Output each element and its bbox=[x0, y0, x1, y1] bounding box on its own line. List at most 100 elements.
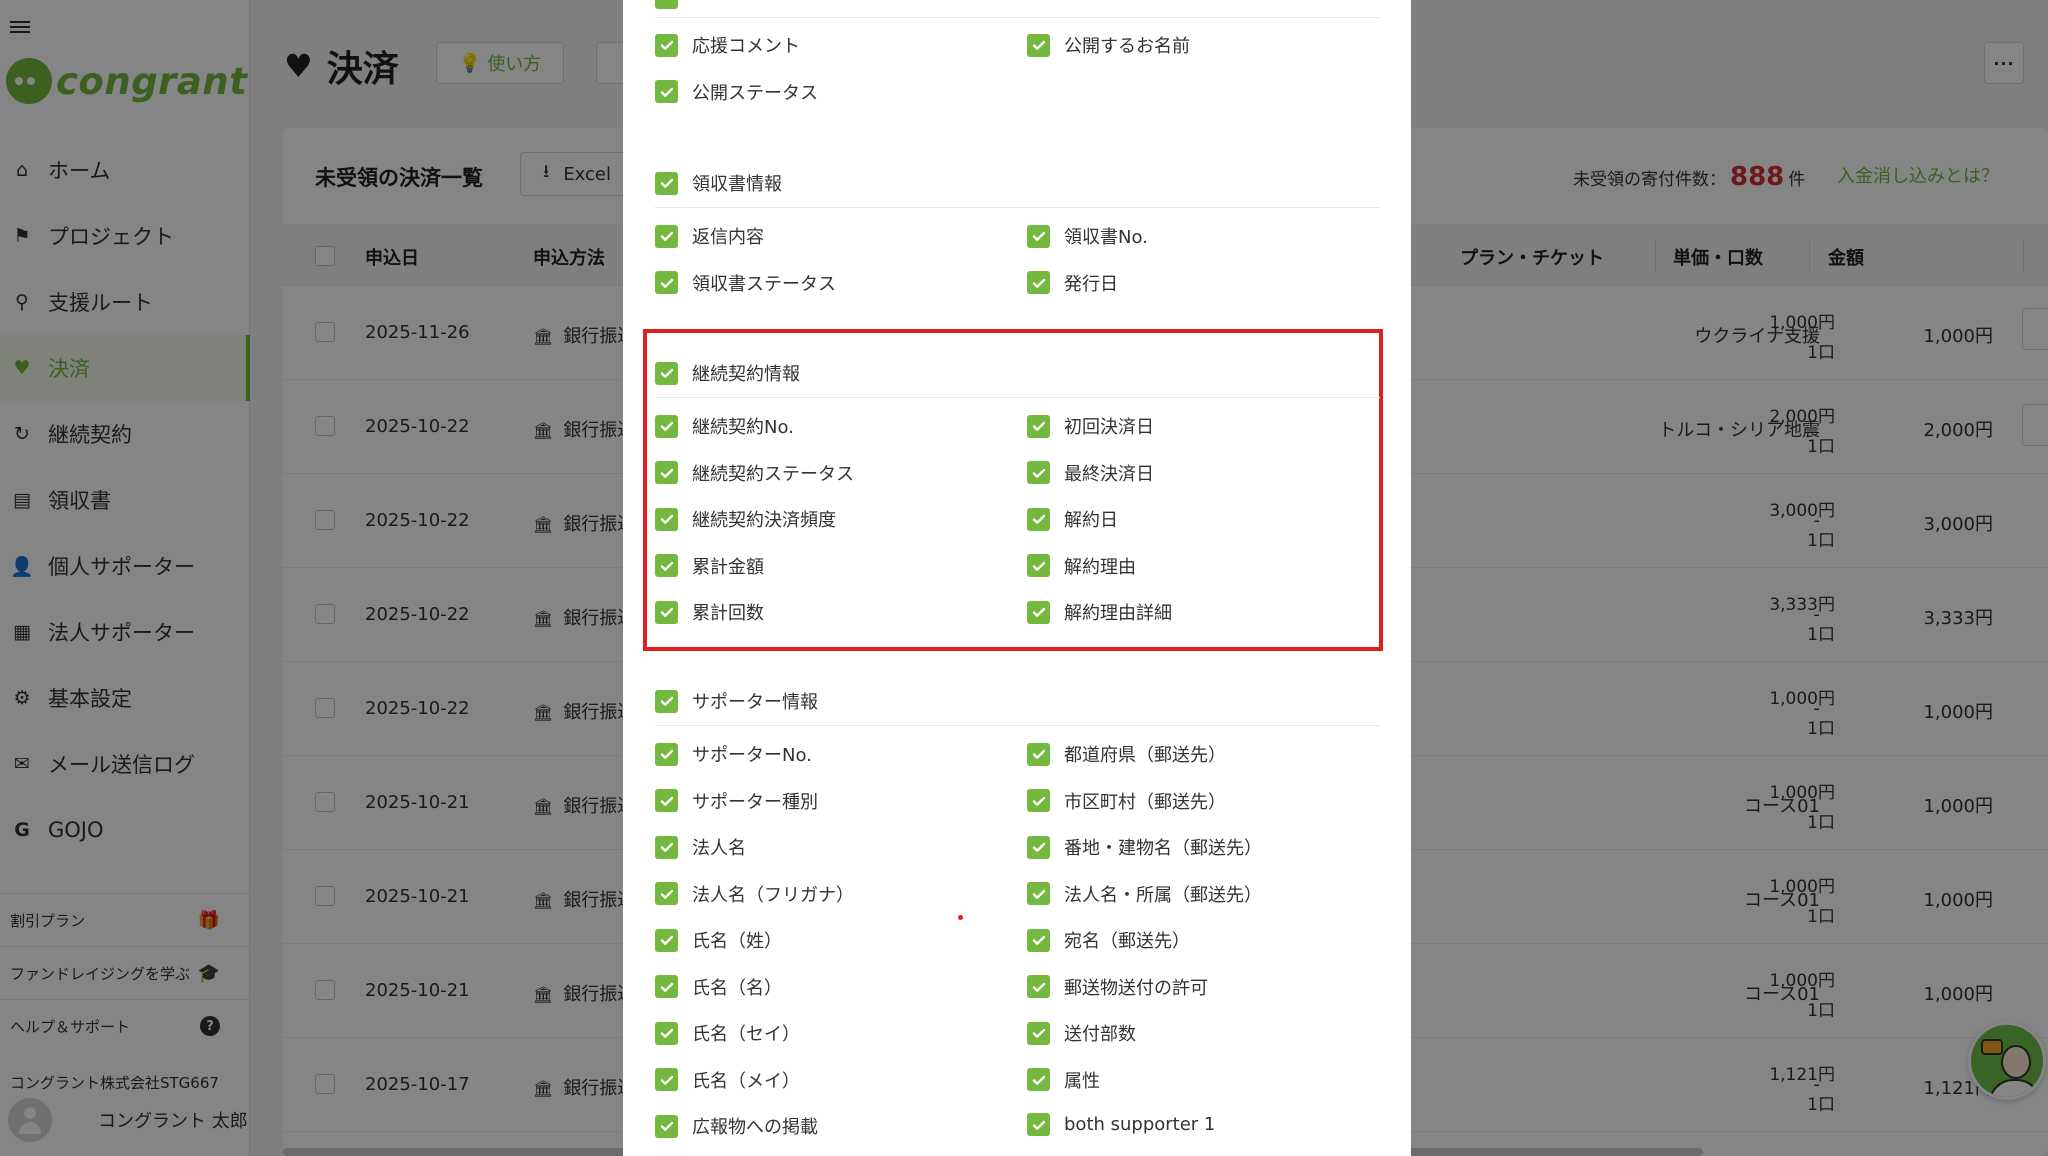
checkbox-checked[interactable] bbox=[655, 80, 678, 103]
checkmark-icon bbox=[660, 514, 673, 524]
column-option[interactable]: 累計回数 bbox=[655, 599, 764, 625]
section-toggle[interactable]: 領収書情報 bbox=[655, 170, 782, 196]
column-option[interactable]: 郵送物送付の許可 bbox=[1027, 974, 1208, 1000]
option-label: サポーター情報 bbox=[692, 692, 818, 713]
checkbox-checked[interactable] bbox=[1027, 882, 1050, 905]
column-option[interactable]: 継続契約No. bbox=[655, 413, 794, 439]
option-label: 累計金額 bbox=[692, 556, 764, 578]
checkbox-checked[interactable] bbox=[655, 507, 678, 531]
section-divider bbox=[655, 725, 1380, 726]
checkbox-checked[interactable] bbox=[655, 461, 678, 484]
checkbox-checked[interactable] bbox=[1027, 1113, 1050, 1136]
checkbox-checked[interactable] bbox=[655, 975, 678, 998]
column-option[interactable]: サポーター種別 bbox=[655, 788, 818, 814]
column-option[interactable]: 累計金額 bbox=[655, 553, 764, 579]
option-label: 公開するお名前 bbox=[1064, 36, 1190, 57]
column-option[interactable]: 解約理由 bbox=[1027, 553, 1136, 579]
checkbox-checked[interactable] bbox=[1027, 1021, 1050, 1045]
column-option[interactable]: 氏名（メイ） bbox=[655, 1067, 800, 1093]
column-option[interactable]: 広報物への掲載 bbox=[655, 1113, 818, 1139]
column-option[interactable]: 領収書ステータス bbox=[655, 270, 836, 296]
checkbox-checked[interactable] bbox=[1027, 835, 1050, 859]
column-option[interactable]: 氏名（姓） bbox=[655, 927, 782, 953]
column-option[interactable]: 公開するお名前 bbox=[1027, 32, 1190, 58]
checkbox-checked[interactable] bbox=[655, 1114, 678, 1138]
checkbox-checked[interactable] bbox=[655, 33, 678, 57]
checkbox-checked[interactable] bbox=[655, 689, 678, 713]
checkbox-checked[interactable] bbox=[1027, 507, 1050, 531]
checkbox-checked[interactable] bbox=[655, 928, 678, 952]
checkbox-checked[interactable] bbox=[1027, 789, 1050, 812]
checkbox-checked[interactable] bbox=[655, 1021, 678, 1045]
checkbox-checked[interactable] bbox=[1027, 224, 1050, 248]
checkbox-checked[interactable] bbox=[1027, 461, 1050, 484]
column-option[interactable]: 領収書No. bbox=[1027, 223, 1148, 249]
option-label: 解約理由 bbox=[1064, 556, 1136, 578]
column-option[interactable]: 市区町村（郵送先） bbox=[1027, 788, 1226, 814]
column-option[interactable]: 最終決済日 bbox=[1027, 460, 1154, 486]
checkbox-checked[interactable] bbox=[655, 600, 678, 624]
column-option[interactable]: 送付部数 bbox=[1027, 1020, 1136, 1046]
column-option[interactable]: both supporter 1 bbox=[1027, 1113, 1215, 1136]
checkmark-icon bbox=[660, 231, 673, 241]
option-label: 累計回数 bbox=[692, 603, 764, 624]
checkbox-checked[interactable] bbox=[1027, 928, 1050, 952]
checkbox-checked[interactable] bbox=[1027, 271, 1050, 294]
checkbox-checked[interactable] bbox=[655, 882, 678, 905]
checkmark-icon bbox=[660, 421, 673, 431]
column-option[interactable]: 初回決済日 bbox=[1027, 413, 1154, 439]
column-option[interactable]: サポーターNo. bbox=[655, 741, 812, 767]
checkbox-checked[interactable] bbox=[655, 1068, 678, 1091]
checkmark-icon bbox=[660, 178, 673, 188]
checkmark-icon bbox=[1032, 1120, 1045, 1130]
column-option[interactable]: 法人名（フリガナ） bbox=[655, 881, 854, 907]
column-option[interactable]: 公開ステータス bbox=[655, 79, 818, 105]
column-option[interactable]: 返信内容 bbox=[655, 223, 764, 249]
checkbox-checked[interactable] bbox=[655, 171, 678, 195]
column-option[interactable]: 解約理由詳細 bbox=[1027, 599, 1172, 625]
column-option[interactable]: 法人名・所属（郵送先） bbox=[1027, 881, 1262, 907]
section-toggle[interactable]: 継続契約情報 bbox=[655, 360, 800, 386]
checkbox-checked[interactable] bbox=[1027, 742, 1050, 766]
checkmark-icon bbox=[1032, 1028, 1045, 1038]
checkbox-checked[interactable] bbox=[1027, 600, 1050, 624]
checkmark-icon bbox=[660, 935, 673, 945]
checkmark-icon bbox=[660, 1028, 673, 1038]
checkmark-icon bbox=[660, 796, 673, 806]
checkmark-icon bbox=[1032, 982, 1045, 992]
column-option[interactable]: 属性 bbox=[1027, 1067, 1100, 1093]
column-option[interactable]: 都道府県（郵送先） bbox=[1027, 741, 1226, 767]
option-label: 市区町村（郵送先） bbox=[1064, 791, 1226, 813]
column-option[interactable]: 法人名 bbox=[655, 834, 746, 860]
checkbox-checked[interactable] bbox=[655, 0, 678, 9]
column-option[interactable]: 応援コメント bbox=[655, 32, 800, 58]
checkbox-checked[interactable] bbox=[655, 224, 678, 248]
checkmark-icon bbox=[660, 842, 673, 852]
checkbox-checked[interactable] bbox=[655, 271, 678, 294]
column-option[interactable]: 氏名（セイ） bbox=[655, 1020, 800, 1046]
checkbox-checked[interactable] bbox=[1027, 975, 1050, 998]
column-option[interactable]: 継続契約ステータス bbox=[655, 460, 854, 486]
checkbox-checked[interactable] bbox=[1027, 1068, 1050, 1091]
checkbox-checked[interactable] bbox=[655, 554, 678, 577]
checkmark-icon bbox=[1032, 231, 1045, 241]
checkbox-checked[interactable] bbox=[655, 361, 678, 385]
checkbox-checked[interactable] bbox=[1027, 33, 1050, 57]
column-option[interactable]: 発行日 bbox=[1027, 270, 1118, 296]
section-divider bbox=[655, 207, 1380, 208]
checkbox-checked[interactable] bbox=[655, 789, 678, 812]
checkbox-checked[interactable] bbox=[655, 414, 678, 438]
checkmark-icon bbox=[660, 561, 673, 571]
checkbox-checked[interactable] bbox=[655, 835, 678, 859]
option-label: 都道府県（郵送先） bbox=[1064, 745, 1226, 766]
checkbox-checked[interactable] bbox=[1027, 414, 1050, 438]
column-option[interactable]: 番地・建物名（郵送先） bbox=[1027, 834, 1262, 860]
column-option[interactable]: 氏名（名） bbox=[655, 974, 782, 1000]
checkbox-checked[interactable] bbox=[655, 742, 678, 766]
column-option[interactable]: 継続契約決済頻度 bbox=[655, 506, 836, 532]
option-label: 解約理由詳細 bbox=[1064, 603, 1172, 624]
section-toggle[interactable]: サポーター情報 bbox=[655, 688, 818, 714]
column-option[interactable]: 宛名（郵送先） bbox=[1027, 927, 1190, 953]
checkbox-checked[interactable] bbox=[1027, 554, 1050, 577]
column-option[interactable]: 解約日 bbox=[1027, 506, 1118, 532]
